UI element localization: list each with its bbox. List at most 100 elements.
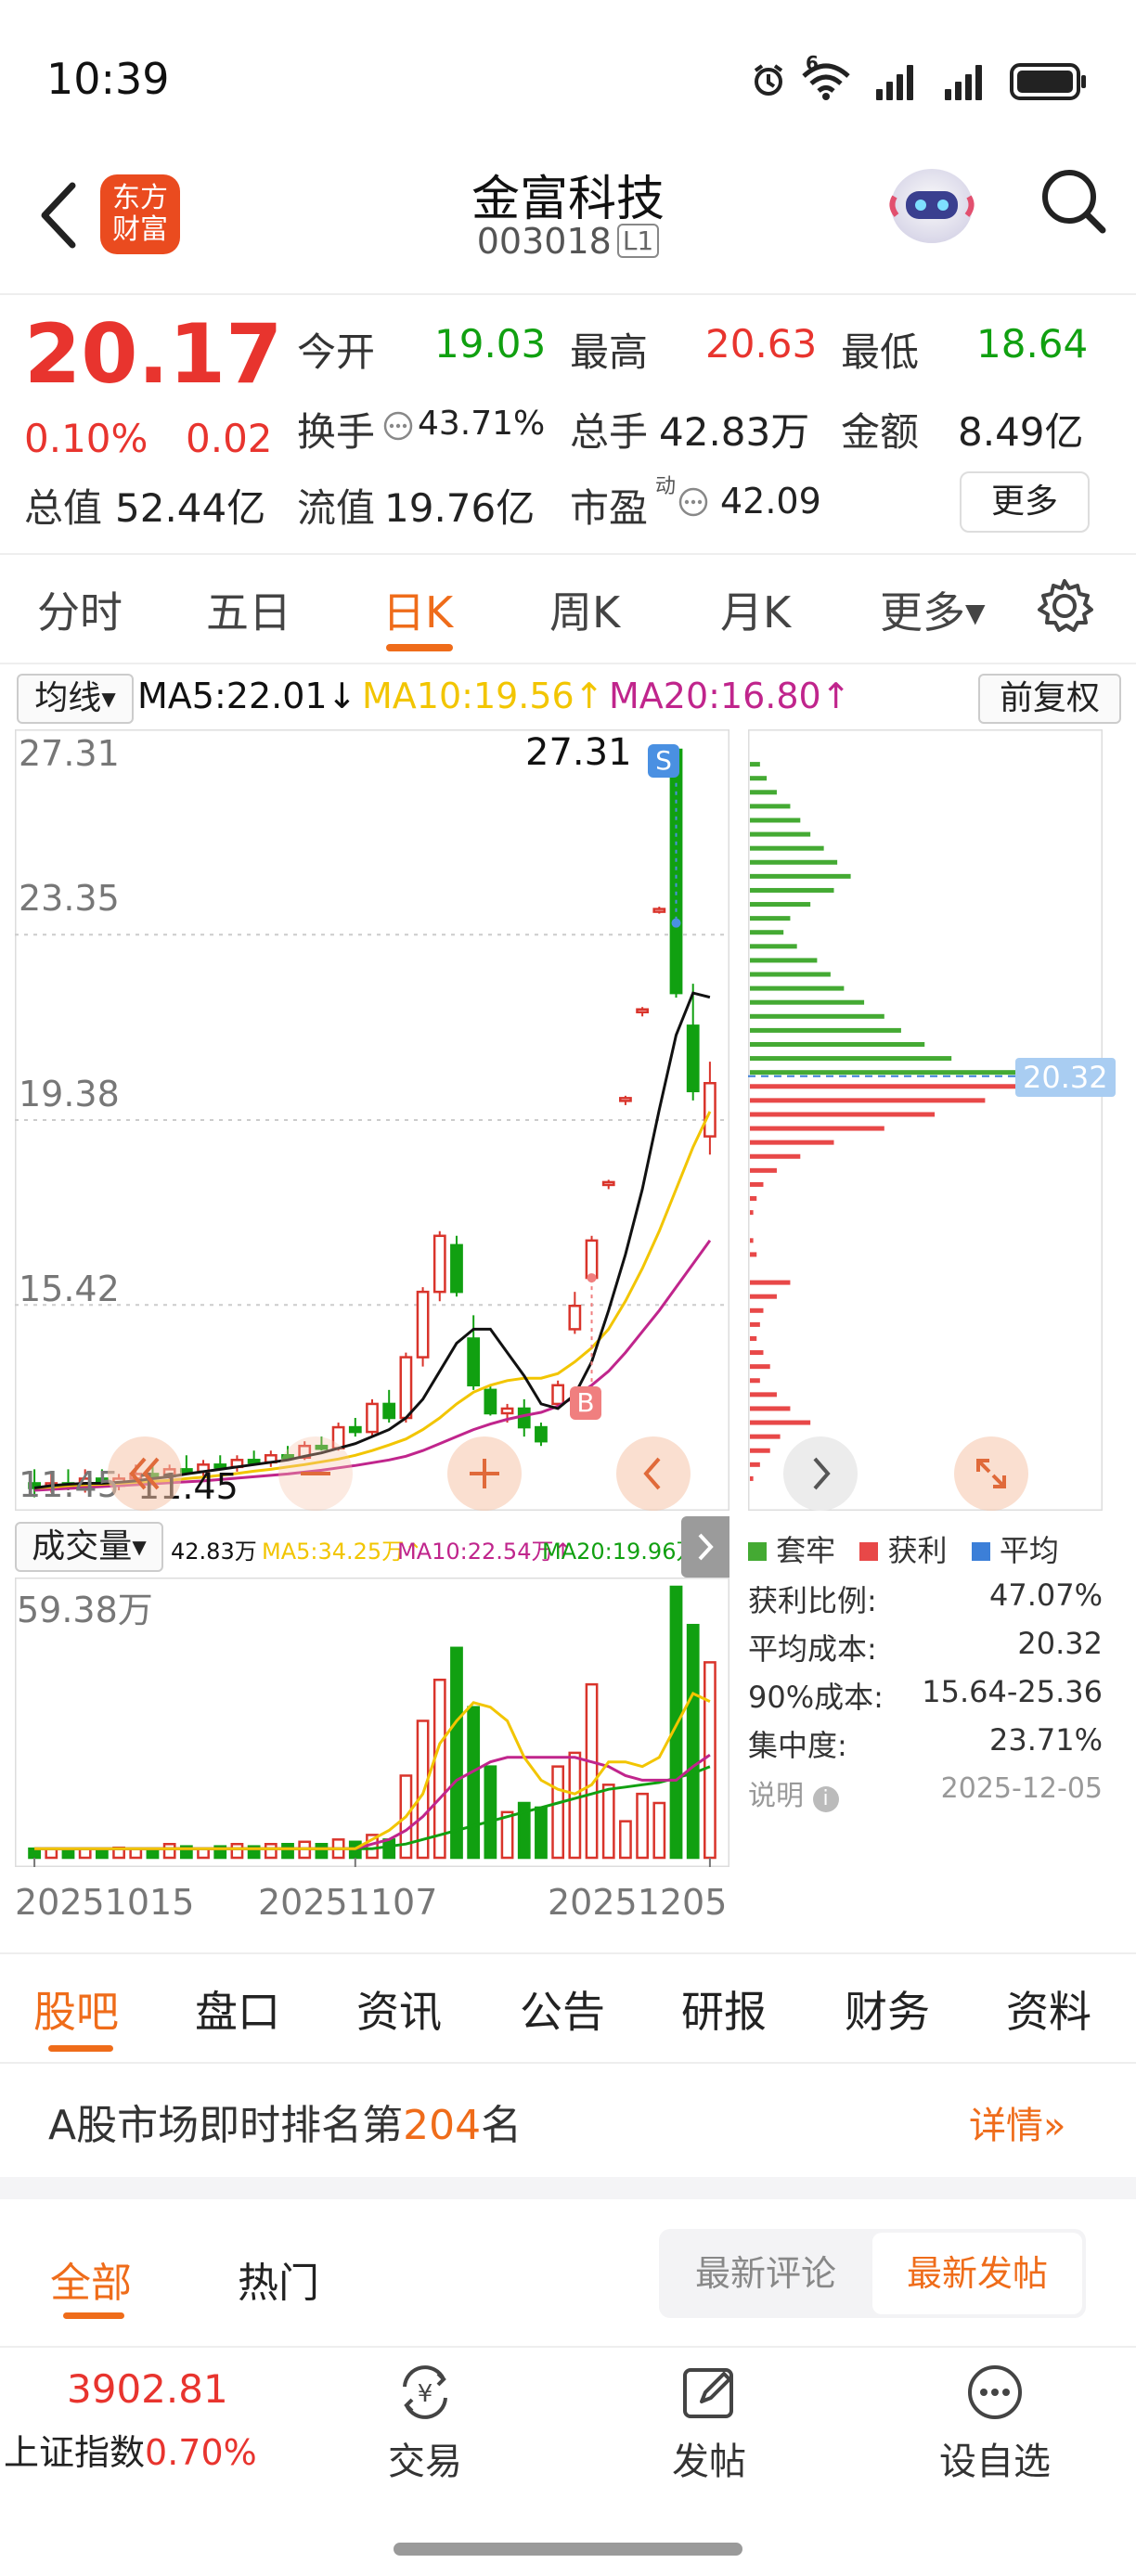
ranking-prefix: A股市场即时排名第 — [48, 2102, 404, 2149]
tab-announcements[interactable]: 公告 — [520, 1978, 605, 2040]
y-axis-label-min: 11.45 — [19, 1464, 120, 1505]
chip-bar — [750, 1196, 757, 1202]
candle-up — [568, 1305, 582, 1331]
concentration-value: 23.71% — [988, 1722, 1103, 1758]
section-divider — [0, 2177, 1136, 2199]
ma10-value: MA10:19.56 — [362, 676, 574, 716]
chip-bar — [750, 916, 791, 921]
robot-assistant-icon[interactable] — [885, 160, 978, 249]
double-chevron-right-icon: » — [1043, 2105, 1066, 2147]
volume-indicator-selector[interactable]: 成交量▼ — [15, 1522, 163, 1572]
collapse-panel-button[interactable] — [681, 1516, 729, 1578]
more-info-icon[interactable] — [382, 410, 414, 442]
chip-note[interactable]: 说明 i — [748, 1772, 839, 1813]
chip-bar — [750, 1392, 777, 1397]
trade-label[interactable]: 交易 — [353, 2431, 497, 2485]
chip-bar — [750, 1041, 925, 1047]
header-divider — [0, 293, 1136, 295]
candle-up — [500, 1407, 514, 1415]
volume-bar-up — [264, 1842, 278, 1860]
tab-daily-k[interactable]: 日K — [382, 579, 453, 640]
more-quote-button[interactable]: 更多 — [960, 471, 1090, 533]
buy-signal-badge[interactable]: B — [570, 1386, 601, 1420]
tab-financials[interactable]: 财务 — [845, 1978, 930, 2040]
candle-up — [636, 1008, 650, 1014]
volume-bar-down — [315, 1842, 329, 1860]
tab-pankou[interactable]: 盘口 — [195, 1978, 280, 2040]
candle-up — [551, 1384, 565, 1406]
settings-gear-icon[interactable] — [1036, 577, 1093, 635]
fast-backward-button[interactable] — [108, 1436, 182, 1511]
bottom-nav-divider — [0, 2346, 1136, 2348]
step-back-button[interactable] — [616, 1436, 691, 1511]
ranking-detail-link[interactable]: 详情» — [969, 2095, 1065, 2149]
tab-five-day[interactable]: 五日 — [206, 579, 291, 640]
high-value: 20.63 — [705, 321, 818, 367]
tab-profile[interactable]: 资料 — [1006, 1978, 1091, 2040]
chip-bar — [750, 887, 834, 893]
expand-button[interactable] — [954, 1436, 1028, 1511]
profit-ratio-value: 47.07% — [988, 1578, 1103, 1613]
index-value[interactable]: 3902.81 — [67, 2366, 228, 2412]
candle-up — [601, 1180, 615, 1187]
filter-all[interactable]: 全部 — [50, 2249, 132, 2309]
zoom-out-button[interactable] — [278, 1436, 353, 1511]
date-label-middle: 20251107 — [258, 1882, 438, 1923]
compose-post-icon[interactable] — [679, 2363, 739, 2422]
pe-info-icon[interactable] — [678, 486, 709, 518]
trade-icon[interactable]: ¥ — [395, 2363, 455, 2422]
add-watchlist-icon[interactable] — [965, 2363, 1025, 2422]
candle-down — [535, 1425, 548, 1443]
amount-label: 金额 — [841, 409, 920, 455]
filter-hot[interactable]: 热门 — [238, 2249, 319, 2309]
volume-value-legend: 42.83万 — [171, 1539, 257, 1565]
candle-up — [619, 1097, 632, 1102]
search-icon[interactable] — [1038, 163, 1108, 238]
ma20-value: MA20:16.80 — [609, 676, 821, 716]
chip-bar — [750, 1167, 777, 1173]
legend-average-swatch — [971, 1542, 990, 1561]
caret-down-icon: ▼ — [132, 1536, 147, 1558]
chevron-left-icon — [643, 1457, 661, 1490]
status-time: 10:39 — [46, 54, 170, 104]
ma-selector[interactable]: 均线▼ — [17, 674, 134, 724]
index-row[interactable]: 上证指数0.70% — [4, 2424, 257, 2475]
chip-next-button[interactable] — [783, 1436, 858, 1511]
chip-bar — [750, 1098, 986, 1103]
zoom-in-button[interactable] — [447, 1436, 522, 1511]
volume-bar-down — [686, 1623, 700, 1860]
chip-bar — [750, 804, 791, 809]
pe-value: 42.09 — [720, 481, 821, 522]
volume-bar-down — [669, 1585, 683, 1860]
ma-selector-label: 均线 — [34, 679, 102, 717]
chip-bar — [750, 1140, 834, 1145]
chip-bar — [750, 1350, 764, 1356]
change-amount: 0.02 — [186, 416, 273, 461]
index-change: 0.70% — [145, 2432, 257, 2473]
kline-chart[interactable] — [15, 729, 729, 1511]
volume-value: 42.83万 — [659, 409, 810, 455]
max-price-marker: 27.31 — [525, 731, 632, 774]
volume-bar-down — [382, 1838, 396, 1860]
sell-signal-badge[interactable]: S — [648, 744, 679, 778]
tab-monthly-k[interactable]: 月K — [720, 579, 791, 640]
chip-bar — [750, 1112, 936, 1117]
tab-research[interactable]: 研报 — [681, 1978, 767, 2040]
double-chevron-left-icon — [129, 1457, 160, 1490]
tab-guba[interactable]: 股吧 — [33, 1978, 119, 2040]
sort-latest-comment[interactable]: 最新评论 — [663, 2233, 869, 2314]
change-percent: 0.10% — [24, 416, 148, 461]
volume-bar-up — [432, 1678, 446, 1860]
adjust-button[interactable]: 前复权 — [978, 674, 1121, 724]
add-watchlist-label[interactable]: 设自选 — [910, 2431, 1080, 2485]
sort-latest-post[interactable]: 最新发帖 — [872, 2233, 1082, 2314]
volume-bar-down — [450, 1646, 463, 1860]
chip-bar — [750, 999, 865, 1005]
chip-bar — [750, 972, 831, 977]
tab-more-periods[interactable]: 更多▼ — [880, 579, 986, 640]
tab-news[interactable]: 资讯 — [356, 1978, 442, 2040]
volume-bar-down — [61, 1849, 75, 1860]
post-label[interactable]: 发帖 — [637, 2431, 781, 2485]
tab-weekly-k[interactable]: 周K — [549, 579, 620, 640]
tab-intraday[interactable]: 分时 — [37, 579, 123, 640]
